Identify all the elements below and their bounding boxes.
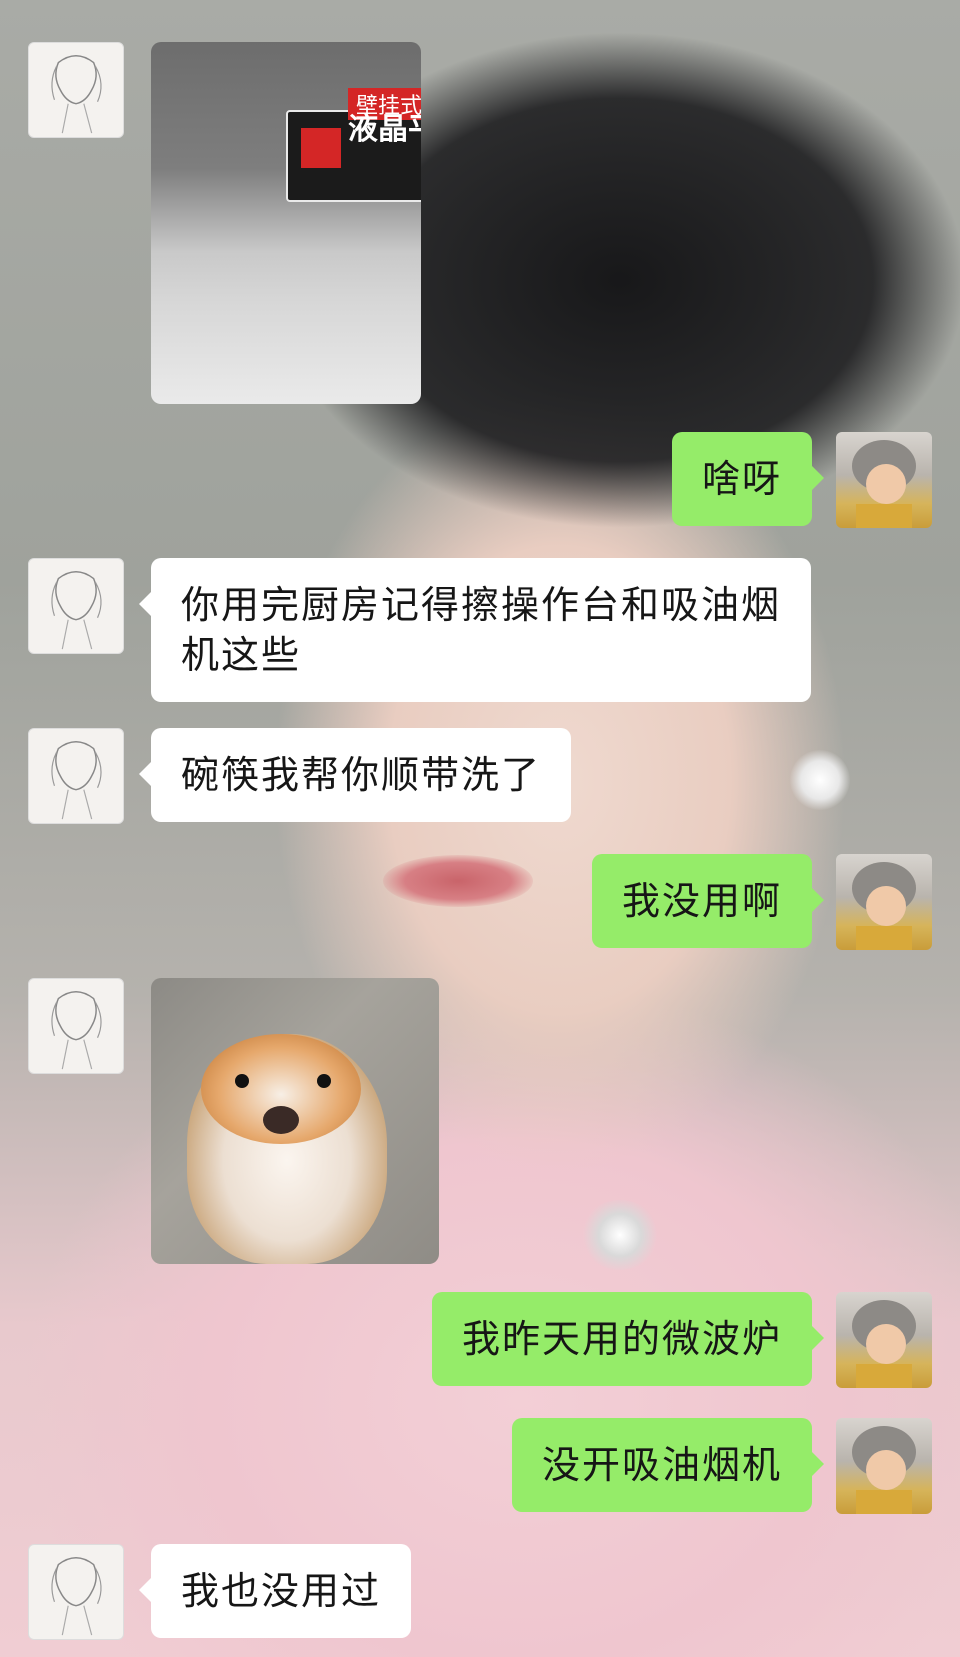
message-bubble-other[interactable]: 碗筷我帮你顺带洗了 — [138, 728, 572, 822]
contact-avatar[interactable] — [28, 42, 124, 138]
sketch-portrait-icon — [51, 570, 102, 650]
contact-avatar[interactable] — [28, 558, 124, 654]
chat-background-photo — [0, 0, 960, 1657]
self-avatar[interactable] — [836, 854, 932, 950]
self-avatar[interactable] — [836, 1418, 932, 1514]
sketch-portrait-icon — [51, 54, 102, 134]
hood-brand-badge — [301, 128, 341, 168]
range-hood-photo[interactable]: 壁挂式 液晶平 — [151, 42, 421, 404]
contact-avatar[interactable] — [28, 728, 124, 824]
scared-hamster-sticker[interactable] — [151, 978, 439, 1264]
sketch-portrait-icon — [51, 740, 102, 820]
hamster-eye — [317, 1074, 331, 1088]
hamster-eye — [235, 1074, 249, 1088]
self-avatar[interactable] — [836, 1292, 932, 1388]
background-portrait-lips — [383, 855, 533, 907]
background-portrait-earring — [790, 750, 850, 810]
helmet-kid-avatar-icon — [852, 862, 916, 950]
helmet-kid-avatar-icon — [852, 1300, 916, 1388]
helmet-kid-avatar-icon — [852, 440, 916, 528]
message-bubble-self[interactable]: 我没用啊 — [591, 854, 825, 948]
sketch-portrait-icon — [51, 1556, 102, 1636]
message-bubble-other[interactable]: 我也没用过 — [138, 1544, 412, 1638]
hamster-mouth — [263, 1106, 299, 1134]
helmet-kid-avatar-icon — [852, 1426, 916, 1514]
sketch-portrait-icon — [51, 990, 102, 1070]
message-bubble-other[interactable]: 你用完厨房记得擦操作台和吸油烟机这些 — [139, 558, 811, 702]
message-bubble-self[interactable]: 我昨天用的微波炉 — [431, 1292, 825, 1386]
background-portrait-necklace — [580, 1200, 660, 1270]
self-avatar[interactable] — [836, 432, 932, 528]
contact-avatar[interactable] — [28, 978, 124, 1074]
message-bubble-self[interactable]: 没开吸油烟机 — [511, 1418, 825, 1512]
contact-avatar[interactable] — [28, 1544, 124, 1640]
hood-label-title-text: 液晶平 — [348, 112, 421, 147]
message-bubble-self[interactable]: 啥呀 — [671, 432, 825, 526]
